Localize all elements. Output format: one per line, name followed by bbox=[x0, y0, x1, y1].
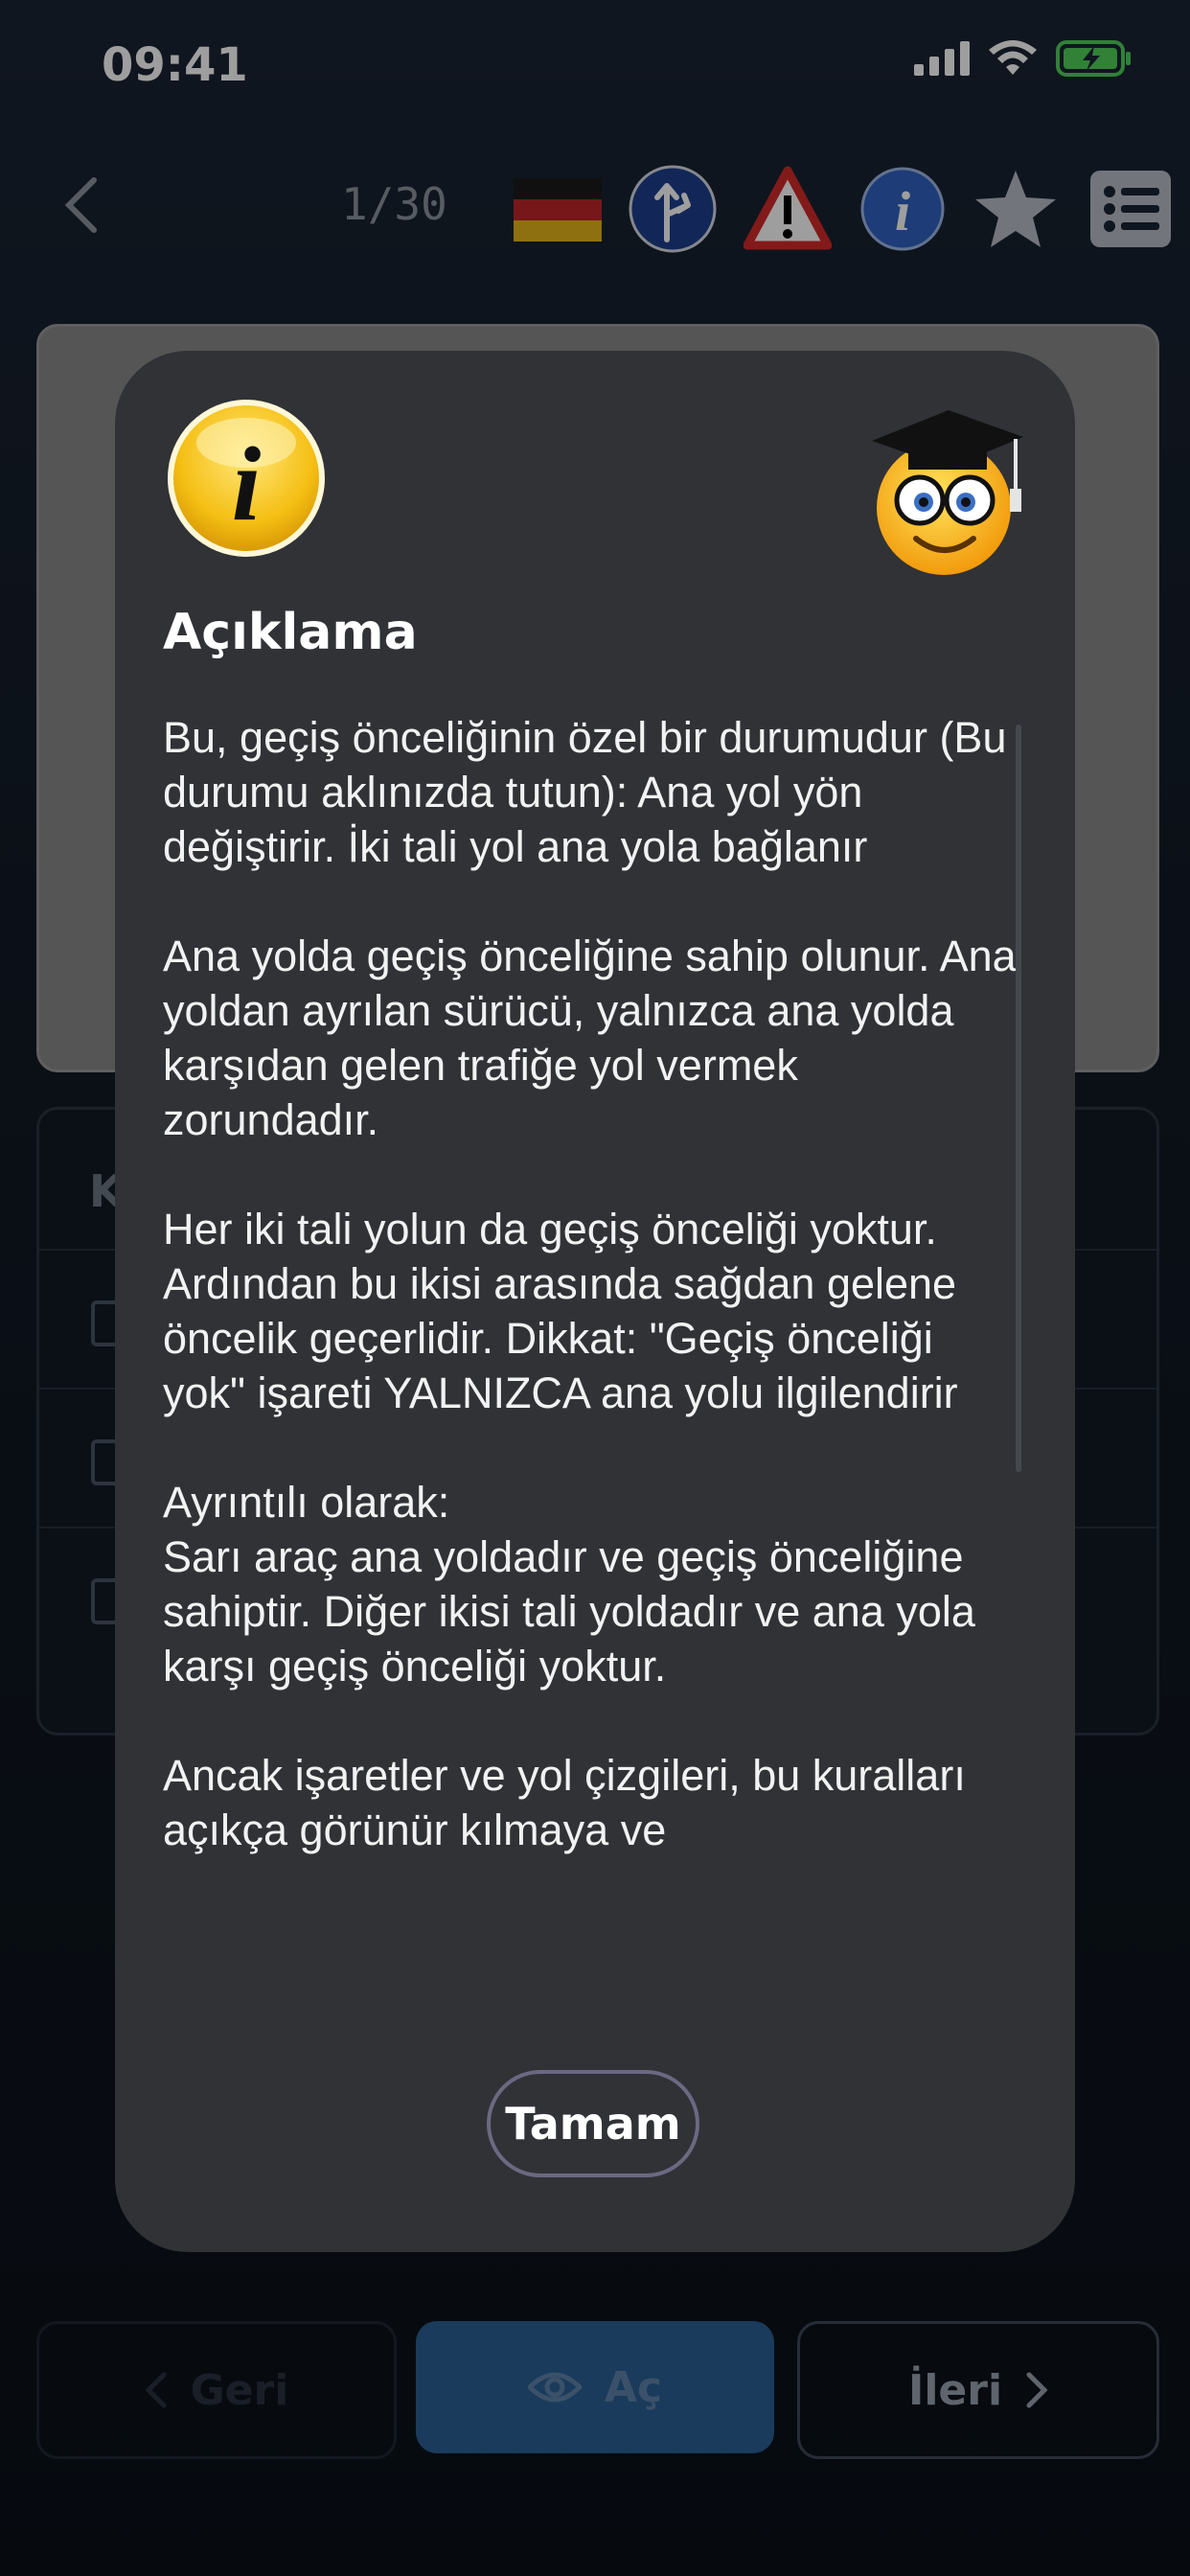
dialog-scrollbar[interactable] bbox=[1016, 724, 1021, 1472]
dialog-body: Bu, geçiş önceliğinin özel bir durumudur… bbox=[163, 713, 1017, 1854]
svg-text:i: i bbox=[232, 426, 262, 542]
graduate-emoji-icon bbox=[872, 410, 1023, 575]
info-icon: i bbox=[168, 400, 325, 557]
explanation-dialog: i Açıklama Bu, geçiş önceliğinin özel bi… bbox=[115, 351, 1075, 2252]
dialog-title: Açıklama bbox=[163, 604, 418, 661]
ok-button[interactable]: Tamam bbox=[487, 2070, 699, 2177]
